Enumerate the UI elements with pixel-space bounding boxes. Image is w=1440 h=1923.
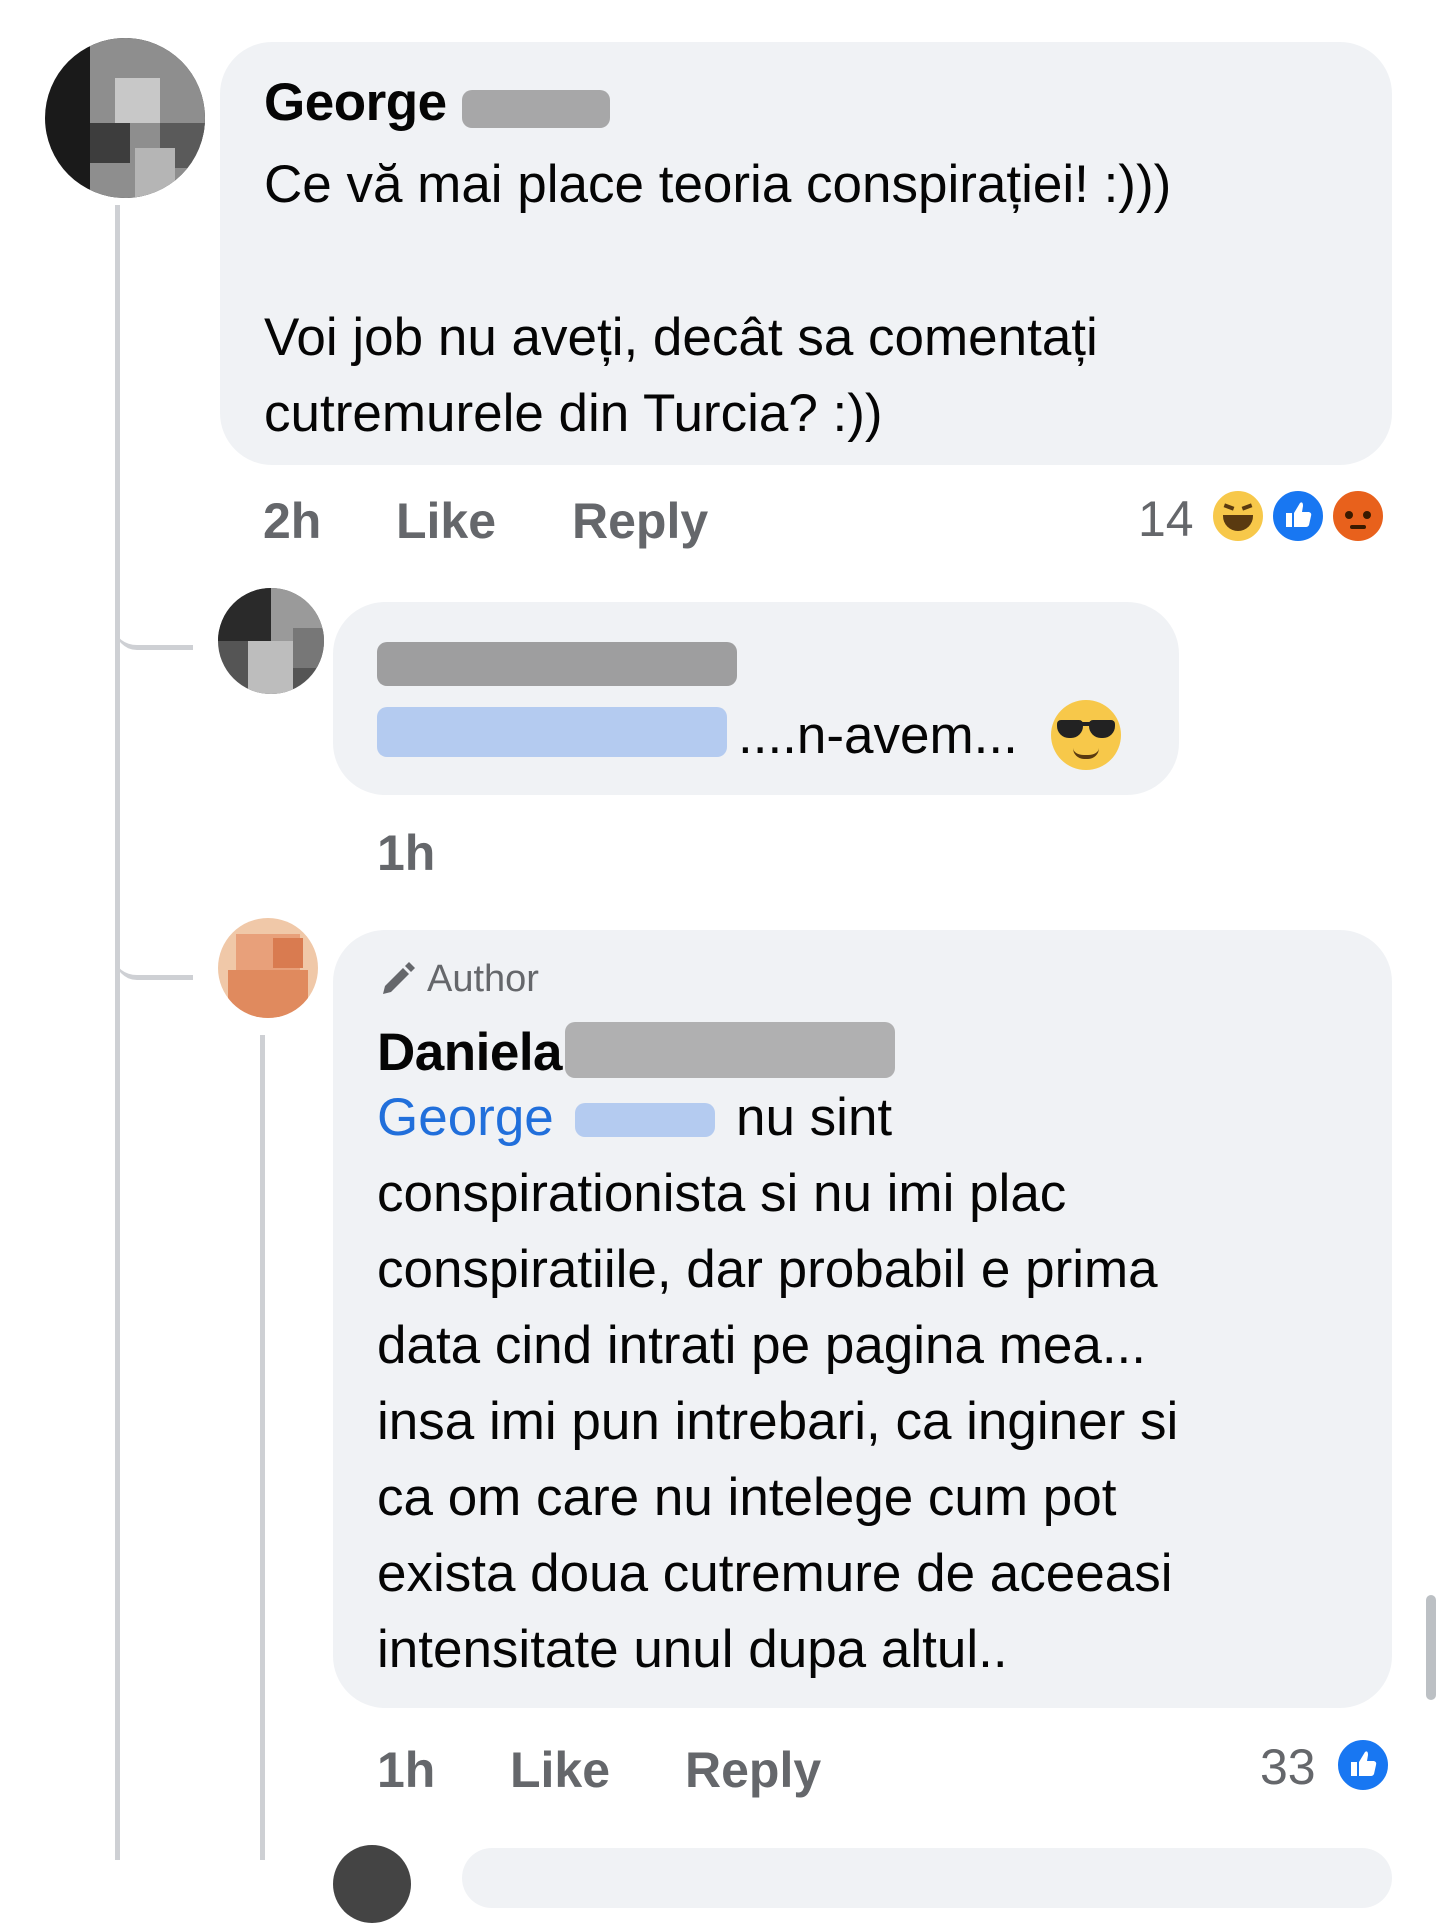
reply-button[interactable]: Reply: [685, 1741, 821, 1799]
scrollbar-thumb[interactable]: [1426, 1595, 1436, 1700]
reply-text-line1: nu sint: [736, 1088, 893, 1147]
reply-text-line4: data cind intrati pe pagina mea...: [377, 1316, 1146, 1375]
redacted-surname: [462, 90, 610, 128]
reaction-count[interactable]: 14: [1138, 490, 1194, 548]
thread-line-reply2: [260, 1035, 265, 1860]
reply-bubble: [462, 1848, 1392, 1908]
reply-time[interactable]: 1h: [377, 824, 435, 882]
redacted-mention: [377, 707, 727, 757]
like-icon[interactable]: [1269, 487, 1327, 545]
reply-text-line7: exista doua cutremure de aceeasi: [377, 1544, 1173, 1603]
sunglasses-emoji: [1051, 700, 1121, 770]
thread-elbow-reply2: [115, 890, 193, 980]
like-button[interactable]: Like: [396, 492, 496, 550]
reply-bubble: Author Daniela George nu sint conspirati…: [333, 930, 1392, 1708]
comment-author-name[interactable]: George: [264, 72, 447, 133]
comment-bubble: George Ce vă mai place teoria conspirați…: [220, 42, 1392, 465]
redacted-mention: [575, 1103, 715, 1137]
thread-elbow-reply1: [115, 560, 193, 650]
angry-icon[interactable]: [1329, 487, 1387, 545]
avatar[interactable]: [333, 1845, 411, 1923]
haha-icon[interactable]: [1209, 487, 1267, 545]
mention-link[interactable]: George: [377, 1080, 554, 1156]
like-icon[interactable]: [1334, 1736, 1392, 1794]
reply-text-line3: conspiratiile, dar probabil e prima: [377, 1240, 1158, 1299]
reply-button[interactable]: Reply: [572, 492, 708, 550]
avatar[interactable]: [45, 38, 205, 198]
comment-text-line1: Ce vă mai place teoria conspirației! :))…: [264, 155, 1172, 214]
comment-text-line3: cutremurele din Turcia? :)): [264, 384, 883, 443]
redacted-name: [377, 642, 737, 686]
reply-author-name[interactable]: Daniela: [377, 1022, 563, 1083]
like-button[interactable]: Like: [510, 1741, 610, 1799]
reply-text-line5: insa imi pun intrebari, ca inginer si: [377, 1392, 1179, 1451]
redacted-surname: [565, 1022, 895, 1078]
avatar[interactable]: [218, 918, 318, 1018]
avatar[interactable]: [218, 588, 324, 694]
pencil-icon: [383, 961, 415, 994]
reply-text-line6: ca om care nu intelege cum pot: [377, 1468, 1117, 1527]
reply-text-line8: intensitate unul dupa altul..: [377, 1620, 1008, 1679]
reply-text-line2: conspirationista si nu imi plac: [377, 1164, 1067, 1223]
reply-time[interactable]: 1h: [377, 1741, 435, 1799]
reaction-count[interactable]: 33: [1260, 1738, 1316, 1796]
author-badge-label: Author: [427, 958, 539, 1000]
thread-line-main: [115, 205, 120, 1860]
comment-time[interactable]: 2h: [263, 492, 321, 550]
reply-text: ....n-avem...: [738, 706, 1018, 765]
comment-text-line2: Voi job nu aveți, decât sa comentați: [264, 308, 1098, 367]
reply-bubble: ....n-avem...: [333, 602, 1179, 795]
author-badge: Author: [377, 958, 539, 1001]
